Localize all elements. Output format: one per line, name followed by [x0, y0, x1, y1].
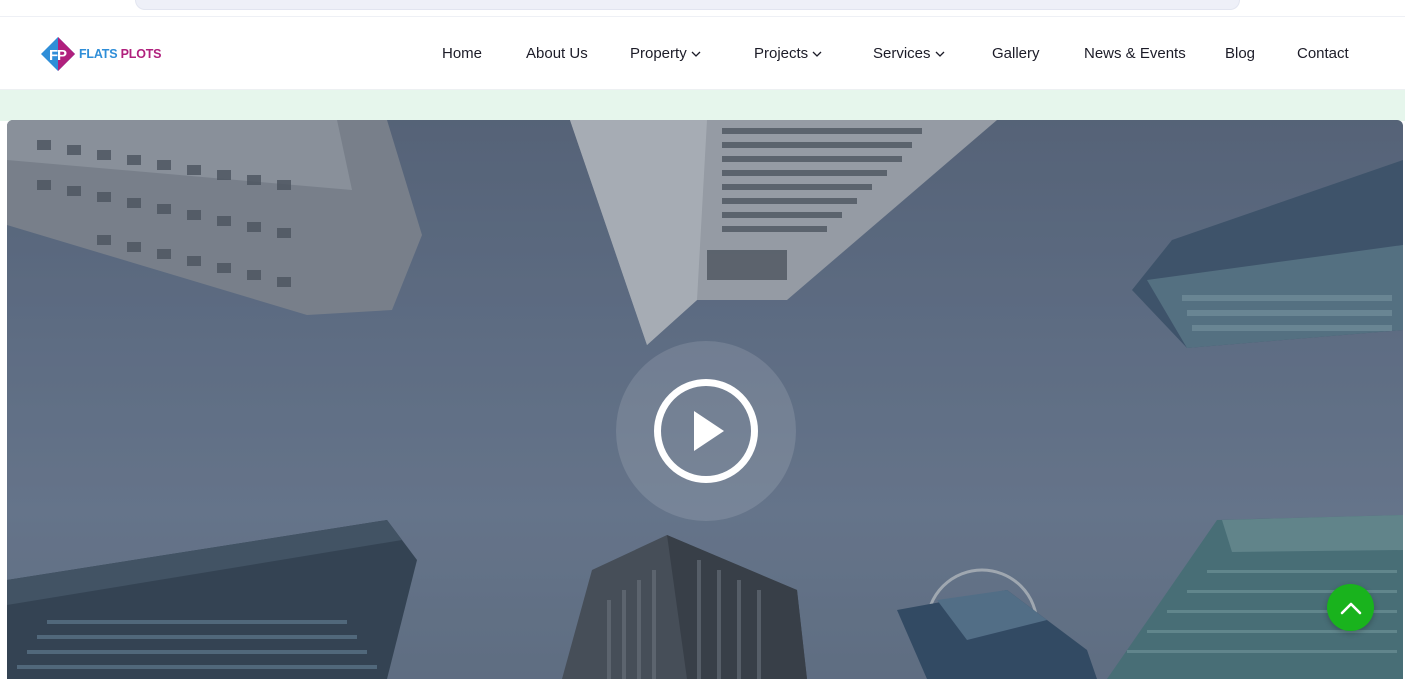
nav-home-label: Home	[442, 45, 483, 62]
scroll-to-top-button[interactable]	[1327, 584, 1374, 631]
nav-home[interactable]: Home	[442, 45, 482, 62]
search-bar-remnant[interactable]	[135, 0, 1240, 10]
video-play-button[interactable]	[616, 341, 796, 521]
nav-services-label: Services	[873, 45, 931, 62]
nav-about-us[interactable]: About Us	[526, 45, 588, 62]
chevron-down-icon	[691, 51, 701, 57]
nav-projects-label: Projects	[754, 45, 809, 62]
nav-contact-label: Contact	[1297, 45, 1349, 62]
nav-gallery-label: Gallery	[992, 45, 1040, 62]
main-nav: Home About Us Property Projects Services…	[0, 17, 1405, 90]
nav-property-label: Property	[630, 45, 687, 62]
nav-projects[interactable]: Projects	[754, 45, 822, 62]
hero-video-section	[7, 120, 1403, 679]
site-header: F P FLATS PLOTS Home About Us Property P…	[0, 17, 1405, 90]
chevron-down-icon	[935, 51, 944, 57]
top-strip	[0, 0, 1405, 17]
nav-gallery[interactable]: Gallery	[992, 45, 1040, 62]
nav-property[interactable]: Property	[630, 45, 701, 62]
nav-news-events-label: News & Events	[1084, 45, 1186, 62]
chevron-up-icon	[1340, 602, 1361, 614]
nav-blog[interactable]: Blog	[1225, 45, 1255, 62]
play-circle-icon	[654, 379, 758, 483]
nav-news-events[interactable]: News & Events	[1084, 45, 1186, 62]
nav-about-us-label: About Us	[526, 45, 588, 62]
mint-band	[0, 90, 1405, 121]
play-icon	[694, 411, 724, 451]
nav-blog-label: Blog	[1225, 45, 1256, 62]
chevron-down-icon	[812, 51, 822, 57]
nav-services[interactable]: Services	[873, 45, 945, 62]
nav-contact[interactable]: Contact	[1297, 45, 1349, 62]
